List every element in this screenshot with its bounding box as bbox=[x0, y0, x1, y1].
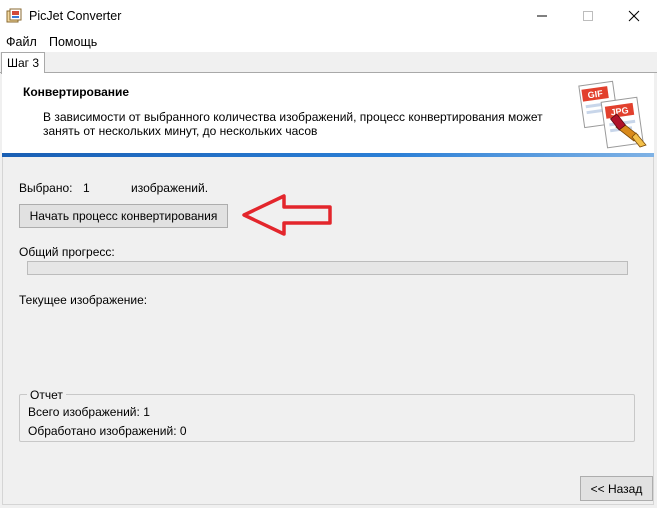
menu-file[interactable]: Файл bbox=[6, 35, 37, 49]
title-bar: PicJet Converter bbox=[0, 0, 657, 32]
selected-label: Выбрано: bbox=[19, 181, 73, 195]
gif-label: GIF bbox=[587, 88, 604, 100]
picjet-app-icon bbox=[6, 8, 22, 23]
step-description: В зависимости от выбранного количества и… bbox=[43, 110, 543, 138]
report-title: Отчет bbox=[27, 388, 66, 402]
current-image-label: Текущее изображение: bbox=[19, 293, 148, 307]
step-title: Конвертирование bbox=[23, 85, 130, 99]
tab-strip: Шаг 3 bbox=[0, 52, 657, 74]
report-processed-label: Обработано изображений: bbox=[28, 424, 177, 438]
tab-step-3[interactable]: Шаг 3 bbox=[1, 52, 46, 74]
minimize-icon bbox=[537, 15, 547, 17]
report-total-label: Всего изображений: bbox=[28, 405, 140, 419]
header-divider bbox=[2, 153, 654, 157]
file-formats-icon: GIF JPG bbox=[578, 80, 647, 149]
report-processed-value: 0 bbox=[179, 424, 187, 438]
report-processed: Обработано изображений: 0 bbox=[28, 424, 187, 438]
close-icon bbox=[628, 10, 640, 22]
menu-help[interactable]: Помощь bbox=[49, 35, 97, 49]
back-button[interactable]: << Назад bbox=[580, 476, 653, 501]
maximize-button[interactable] bbox=[565, 0, 611, 32]
selected-suffix: изображений. bbox=[131, 181, 209, 195]
window-title: PicJet Converter bbox=[29, 9, 122, 23]
overall-progress-label: Общий прогресс: bbox=[19, 245, 115, 259]
report-total: Всего изображений: 1 bbox=[28, 405, 150, 419]
close-button[interactable] bbox=[611, 0, 657, 32]
maximize-icon bbox=[583, 11, 593, 21]
selected-count: 1 bbox=[83, 181, 90, 195]
minimize-button[interactable] bbox=[519, 0, 565, 32]
red-arrow-pointing-left-icon bbox=[242, 194, 332, 236]
overall-progress-bar bbox=[27, 261, 628, 275]
menu-bar: Файл Помощь bbox=[0, 32, 657, 52]
report-total-value: 1 bbox=[143, 405, 150, 419]
step-header: Конвертирование В зависимости от выбранн… bbox=[2, 73, 654, 153]
start-conversion-button[interactable]: Начать процесс конвертирования bbox=[19, 204, 228, 228]
